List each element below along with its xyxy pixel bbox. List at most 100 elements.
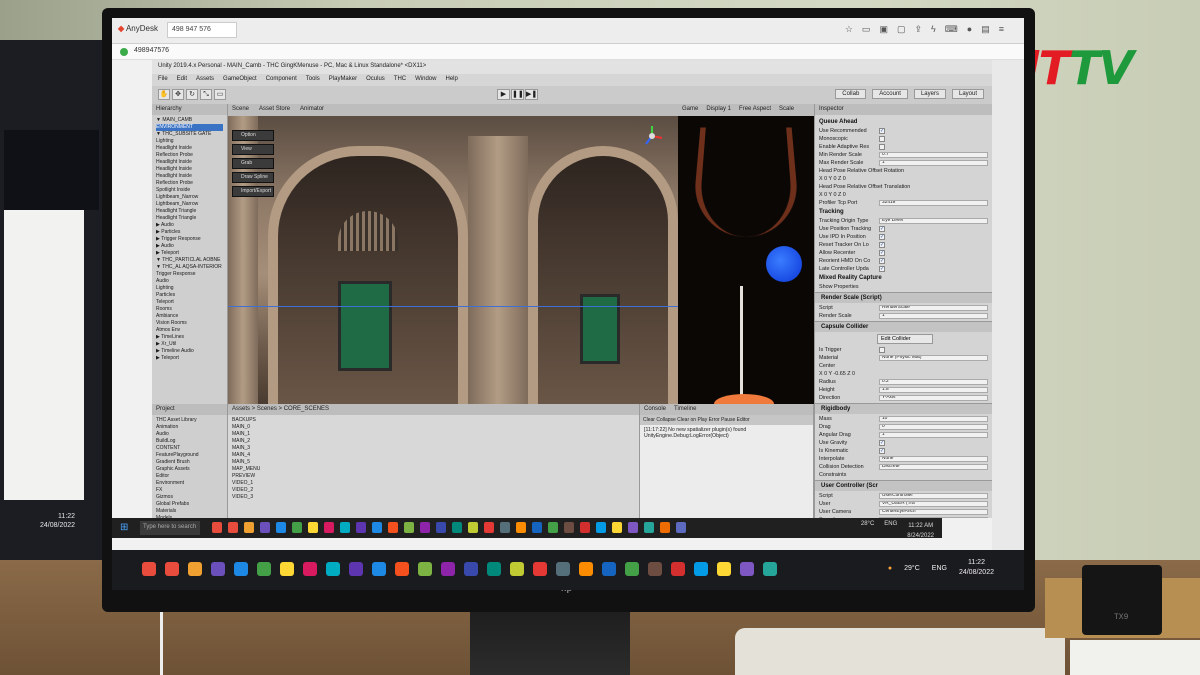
hand-tool-icon[interactable]: ✋ — [158, 89, 170, 100]
remote-app-icon[interactable] — [308, 522, 318, 533]
chat-icon[interactable]: ▢ — [897, 24, 906, 35]
menu-item[interactable]: THC — [394, 76, 406, 84]
inspector-checkbox[interactable]: ✓ — [879, 128, 885, 134]
inspector-field[interactable]: 32419 — [879, 200, 988, 206]
inspector-field[interactable]: Eye Level — [879, 218, 988, 224]
remote-clock[interactable]: 11:22 AM 8/24/2022 — [907, 521, 934, 541]
remote-app-icon[interactable] — [612, 522, 622, 533]
asset-item[interactable]: VIDEO_3 — [232, 494, 635, 501]
scene-tab[interactable]: Asset Store — [259, 106, 290, 114]
console-toolbar[interactable]: Clear Collapse Clear on Play Error Pause… — [640, 415, 813, 425]
edit-collider-button[interactable]: Edit Collider — [877, 334, 933, 344]
star-icon[interactable]: ☆ — [845, 24, 853, 35]
menu-item[interactable]: Tools — [306, 76, 320, 84]
project-folder[interactable]: CONTENT — [156, 445, 223, 452]
project-folder[interactable]: Audio — [156, 431, 223, 438]
local-app-icon[interactable] — [510, 562, 524, 576]
local-app-icon[interactable] — [418, 562, 432, 576]
hierarchy-item[interactable]: Headlight Inside — [156, 173, 223, 180]
hierarchy-item[interactable]: ▶ Teleport — [156, 250, 223, 257]
game-tab[interactable]: Scale — [779, 106, 794, 114]
local-app-icon[interactable] — [625, 562, 639, 576]
remote-search-box[interactable]: Type here to search — [140, 521, 200, 535]
scene-tool-button[interactable]: Import/Export — [232, 186, 274, 197]
local-app-icon[interactable] — [303, 562, 317, 576]
game-view[interactable] — [678, 116, 814, 404]
hierarchy-item[interactable]: ▶ Particles — [156, 229, 223, 236]
local-app-icon[interactable] — [487, 562, 501, 576]
toolbar-dropdown[interactable]: Layout — [951, 89, 984, 99]
hierarchy-item[interactable]: ENVIRONMENT — [156, 124, 223, 131]
render-scale-component[interactable]: Render Scale (Script) — [815, 292, 992, 303]
remote-app-icon[interactable] — [468, 522, 478, 533]
hierarchy-item[interactable]: Headlight Inside — [156, 145, 223, 152]
project-folder[interactable]: FeaturePlayground — [156, 452, 223, 459]
hierarchy-item[interactable]: Teleport — [156, 299, 223, 306]
hierarchy-item[interactable]: Ambiance — [156, 313, 223, 320]
show-properties-row[interactable]: Show Properties — [819, 283, 988, 291]
remote-app-icon[interactable] — [372, 522, 382, 533]
play-control-button[interactable]: ❚❚ — [511, 89, 524, 100]
local-app-icon[interactable] — [717, 562, 731, 576]
hierarchy-item[interactable]: Lightbeam_Narrow — [156, 194, 223, 201]
remote-app-icon[interactable] — [436, 522, 446, 533]
remote-app-icon[interactable] — [388, 522, 398, 533]
remote-app-icon[interactable] — [292, 522, 302, 533]
inspector-checkbox[interactable]: ✓ — [879, 250, 885, 256]
play-control-button[interactable]: ▶❚ — [525, 89, 538, 100]
rotate-tool-icon[interactable]: ↻ — [186, 89, 198, 100]
hierarchy-item[interactable]: ▶ Xr_Util — [156, 341, 223, 348]
remote-app-icon[interactable] — [676, 522, 686, 533]
hierarchy-item[interactable]: Headlight Triangle — [156, 208, 223, 215]
menu-item[interactable]: File — [158, 76, 168, 84]
asset-item[interactable]: MAIN_2 — [232, 438, 635, 445]
remote-app-icon[interactable] — [548, 522, 558, 533]
game-tab[interactable]: Display 1 — [706, 106, 731, 114]
remote-app-icon[interactable] — [484, 522, 494, 533]
local-app-icon[interactable] — [740, 562, 754, 576]
rect-tool-icon[interactable]: ▭ — [214, 89, 226, 100]
menu-item[interactable]: Assets — [196, 76, 214, 84]
hierarchy-item[interactable]: Lighting — [156, 285, 223, 292]
remote-app-icon[interactable] — [356, 522, 366, 533]
hierarchy-item[interactable]: Reflection Probe — [156, 180, 223, 187]
local-app-icon[interactable] — [648, 562, 662, 576]
remote-app-icon[interactable] — [452, 522, 462, 533]
local-app-icon[interactable] — [165, 562, 179, 576]
asset-item[interactable]: MAIN_5 — [232, 459, 635, 466]
menu-item[interactable]: Component — [266, 76, 297, 84]
project-folder[interactable]: Materials — [156, 508, 223, 515]
inspector-field[interactable]: CenterEyeAnch — [879, 509, 988, 515]
asset-item[interactable]: MAIN_4 — [232, 452, 635, 459]
asset-item[interactable]: BACKUPS — [232, 417, 635, 424]
project-folder[interactable]: THC Asset Library — [156, 417, 223, 424]
remote-app-icon[interactable] — [244, 522, 254, 533]
remote-app-icon[interactable] — [660, 522, 670, 533]
hierarchy-item[interactable]: Headlight Inside — [156, 159, 223, 166]
rigidbody-component[interactable]: Rigidbody — [815, 403, 992, 414]
scene-view[interactable]: Option View Grab Draw Spline Import/Export — [228, 116, 678, 404]
inspector-checkbox[interactable] — [879, 347, 885, 353]
hierarchy-item[interactable]: Particles — [156, 292, 223, 299]
local-app-icon[interactable] — [533, 562, 547, 576]
hierarchy-item[interactable]: Vision Rooms — [156, 320, 223, 327]
local-app-icon[interactable] — [579, 562, 593, 576]
project-folder[interactable]: Editor — [156, 473, 223, 480]
inspector-checkbox[interactable]: ✓ — [879, 258, 885, 264]
inspector-field[interactable]: 1 — [879, 160, 988, 166]
hierarchy-item[interactable]: ▼ THC_PARTICLAL AOBNE — [156, 257, 223, 264]
remote-app-icon[interactable] — [260, 522, 270, 533]
remote-app-icon[interactable] — [628, 522, 638, 533]
game-tab[interactable]: Free Aspect — [739, 106, 771, 114]
project-folder[interactable]: FX — [156, 487, 223, 494]
remote-app-icon[interactable] — [404, 522, 414, 533]
game-tab[interactable]: Game — [682, 106, 698, 114]
hierarchy-item[interactable]: Audio — [156, 278, 223, 285]
hierarchy-item[interactable]: ▶ Timeline Audio — [156, 348, 223, 355]
inspector-field[interactable]: None (Physic Mat) — [879, 355, 988, 361]
remote-app-icon[interactable] — [564, 522, 574, 533]
record-icon[interactable]: ● — [967, 24, 972, 35]
hierarchy-item[interactable]: ▶ Audio — [156, 222, 223, 229]
remote-app-icon[interactable] — [644, 522, 654, 533]
display-icon[interactable]: ▭ — [862, 24, 871, 35]
